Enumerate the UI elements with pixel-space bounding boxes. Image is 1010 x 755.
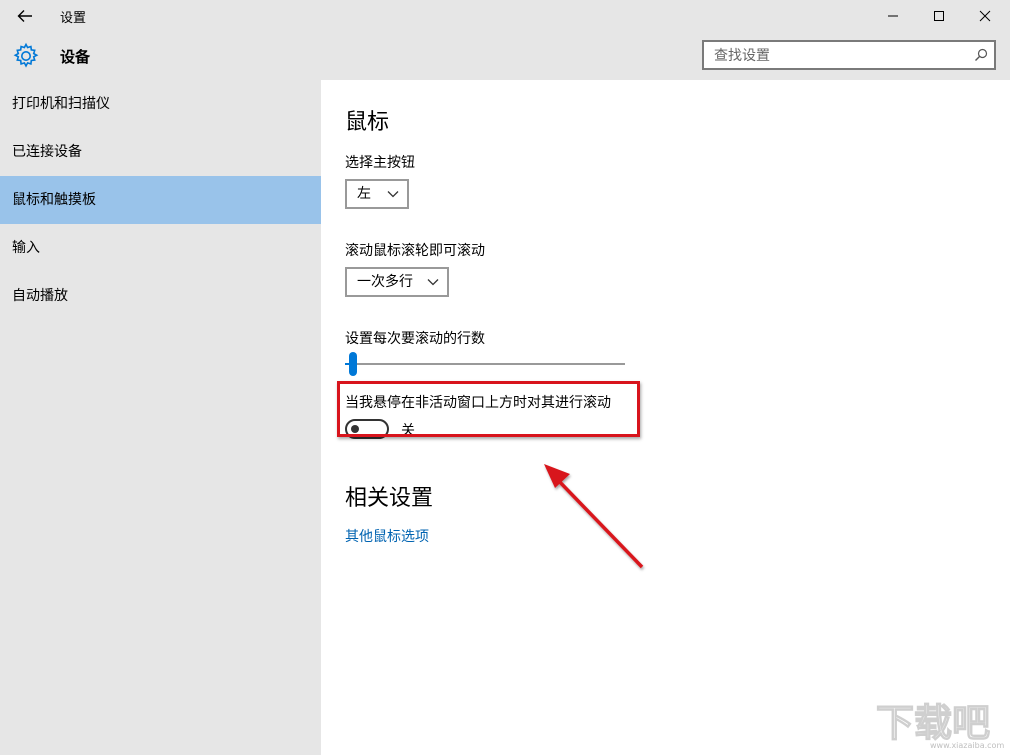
mouse-heading: 鼠标	[345, 104, 389, 136]
dropdown-value: 一次多行	[357, 274, 413, 290]
chevron-down-icon	[387, 189, 399, 199]
back-arrow-icon	[17, 9, 33, 23]
other-mouse-options-link[interactable]: 其他鼠标选项	[345, 526, 429, 546]
window-title: 设置	[60, 7, 86, 26]
chevron-down-icon	[427, 277, 439, 287]
lines-to-scroll-label: 设置每次要滚动的行数	[345, 328, 485, 348]
gear-icon	[12, 42, 40, 70]
sidebar-item-autoplay[interactable]: 自动播放	[0, 272, 321, 320]
lines-slider-thumb[interactable]	[349, 352, 357, 376]
search-input[interactable]	[712, 46, 966, 66]
svg-text:下载吧: 下载吧	[876, 701, 990, 745]
watermark-logo: 下载吧 www.xiazaiba.com	[872, 698, 1006, 750]
close-button[interactable]	[962, 0, 1008, 32]
annotation-arrow-icon	[530, 450, 650, 575]
sidebar-item-typing[interactable]: 输入	[0, 224, 321, 272]
sidebar-item-label: 鼠标和触摸板	[12, 192, 96, 208]
page-title: 设备	[60, 46, 90, 67]
wheel-scroll-dropdown[interactable]: 一次多行	[345, 267, 449, 297]
primary-button-label: 选择主按钮	[345, 152, 415, 172]
title-bar: 设置 设备	[0, 0, 1010, 80]
svg-text:www.xiazaiba.com: www.xiazaiba.com	[930, 741, 1004, 750]
back-button[interactable]	[8, 2, 42, 30]
search-box[interactable]	[702, 40, 996, 70]
sidebar-item-printers[interactable]: 打印机和扫描仪	[0, 80, 321, 128]
maximize-button[interactable]	[916, 0, 962, 32]
sidebar-item-label: 打印机和扫描仪	[12, 96, 110, 112]
minimize-button[interactable]	[870, 0, 916, 32]
wheel-scroll-label: 滚动鼠标滚轮即可滚动	[345, 240, 485, 260]
lines-slider-track[interactable]	[345, 363, 625, 365]
sidebar-item-label: 自动播放	[12, 288, 68, 304]
primary-button-dropdown[interactable]: 左	[345, 179, 409, 209]
related-settings-heading: 相关设置	[345, 480, 433, 512]
maximize-icon	[933, 10, 945, 22]
sidebar: 打印机和扫描仪 已连接设备 鼠标和触摸板 输入 自动播放	[0, 80, 321, 755]
annotation-highlight-box	[337, 381, 640, 437]
sidebar-item-connected-devices[interactable]: 已连接设备	[0, 128, 321, 176]
sidebar-item-label: 输入	[12, 240, 40, 256]
close-icon	[979, 10, 991, 22]
sidebar-item-mouse-touchpad[interactable]: 鼠标和触摸板	[0, 176, 321, 224]
sidebar-item-label: 已连接设备	[12, 144, 82, 160]
search-icon[interactable]	[974, 48, 988, 62]
minimize-icon	[887, 10, 899, 22]
dropdown-value: 左	[357, 186, 371, 202]
